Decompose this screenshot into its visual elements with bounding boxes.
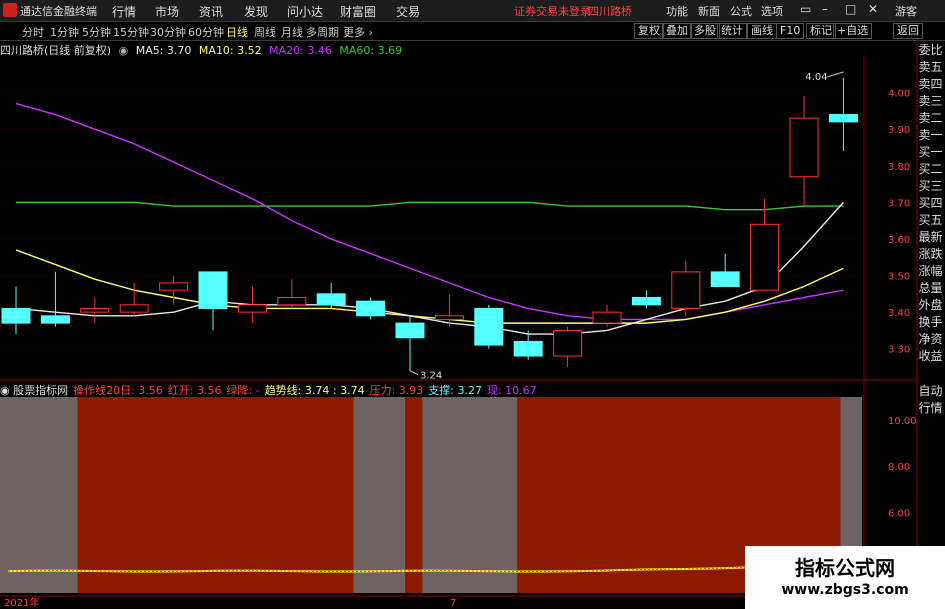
high-label: 4.04 bbox=[805, 72, 827, 83]
price-tick-7: 3.30 bbox=[888, 345, 910, 356]
candle-body-10 bbox=[395, 322, 425, 339]
low-arrow bbox=[409, 370, 419, 376]
candle-body-8 bbox=[316, 293, 346, 306]
candle-body-0 bbox=[1, 307, 31, 324]
price-tick-1: 3.90 bbox=[888, 125, 910, 136]
watermark-url: www.zbgs3.com bbox=[781, 582, 909, 598]
side-button-0[interactable]: 委比 bbox=[918, 44, 943, 57]
chart-canvas[interactable]: 4.00 3.90 3.80 3.70 3.60 3.50 3.40 3.30 4.04 3.24… bbox=[0, 0, 945, 609]
time-label-1: 7 bbox=[450, 598, 456, 609]
candle-body-18 bbox=[710, 271, 740, 288]
side-button-16[interactable]: 换手 bbox=[918, 316, 943, 329]
candle-body-11 bbox=[434, 315, 464, 320]
side-button-4[interactable]: 卖二 bbox=[918, 112, 943, 125]
low-label: 3.24 bbox=[420, 371, 442, 382]
candle-body-16 bbox=[631, 297, 661, 306]
side-button2-1[interactable]: 行情 bbox=[918, 402, 943, 415]
side-button-2[interactable]: 卖四 bbox=[918, 78, 943, 91]
price-tick-5: 3.50 bbox=[888, 272, 910, 283]
side-button-15[interactable]: 外盘 bbox=[918, 299, 943, 312]
candle-body-7 bbox=[277, 297, 307, 306]
candle-body-13 bbox=[513, 340, 543, 357]
candle-body-12 bbox=[474, 307, 504, 346]
candle-body-19 bbox=[750, 223, 780, 291]
high-arrow bbox=[827, 71, 844, 78]
side-button-13[interactable]: 涨幅 bbox=[918, 265, 943, 278]
side-button-18[interactable]: 收益 bbox=[918, 350, 943, 363]
side-button-8[interactable]: 买三 bbox=[918, 180, 943, 193]
watermark-title: 指标公式网 bbox=[795, 556, 895, 580]
candle-body-1 bbox=[40, 315, 70, 324]
side-button-7[interactable]: 买二 bbox=[918, 163, 943, 176]
candle-body-9 bbox=[356, 300, 386, 317]
side-button-10[interactable]: 买五 bbox=[918, 214, 943, 227]
candle-body-14 bbox=[553, 329, 583, 357]
side-button-9[interactable]: 买四 bbox=[918, 197, 943, 210]
price-tick-2: 3.80 bbox=[888, 162, 910, 173]
candle-body-4 bbox=[159, 282, 189, 291]
side-button-5[interactable]: 卖一 bbox=[918, 129, 943, 142]
side-panel: 委比卖五卖四卖三卖二卖一买一买二买三买四买五最新涨跌涨幅总量外盘换手净资收益自动… bbox=[918, 42, 945, 609]
price-tick-3: 3.70 bbox=[888, 198, 910, 209]
side-button-17[interactable]: 净资 bbox=[918, 333, 943, 346]
candle-body-6 bbox=[237, 304, 267, 313]
side-button-6[interactable]: 买一 bbox=[918, 146, 943, 159]
candle-body-15 bbox=[592, 311, 622, 324]
candle-body-3 bbox=[119, 304, 149, 313]
price-tick-0: 4.00 bbox=[888, 89, 910, 100]
watermark: 指标公式网 www.zbgs3.com bbox=[745, 546, 945, 609]
side-button-14[interactable]: 总量 bbox=[918, 282, 943, 295]
side-button-11[interactable]: 最新 bbox=[918, 231, 943, 244]
side-button-12[interactable]: 涨跌 bbox=[918, 248, 943, 261]
indicator-red-band-0 bbox=[77, 397, 354, 593]
side-button-1[interactable]: 卖五 bbox=[918, 61, 943, 74]
candle-body-21 bbox=[828, 114, 858, 123]
candle-body-2 bbox=[80, 307, 110, 313]
ind-tick-0: 10.00 bbox=[888, 416, 917, 427]
ind-tick-1: 8.00 bbox=[888, 462, 910, 473]
ma20-line bbox=[15, 102, 844, 321]
candle-body-20 bbox=[789, 117, 819, 178]
time-label-0: 2021年 bbox=[4, 596, 39, 609]
price-tick-6: 3.40 bbox=[888, 308, 910, 319]
candle-body-17 bbox=[671, 271, 701, 309]
candle-body-5 bbox=[198, 271, 228, 309]
side-button2-0[interactable]: 自动 bbox=[918, 385, 943, 398]
price-tick-4: 3.60 bbox=[888, 235, 910, 246]
side-button-3[interactable]: 卖三 bbox=[918, 95, 943, 108]
ind-tick-2: 6.00 bbox=[888, 508, 910, 519]
ma60-line bbox=[16, 201, 844, 211]
indicator-red-band-1 bbox=[405, 397, 423, 593]
ma5-line bbox=[15, 201, 844, 335]
